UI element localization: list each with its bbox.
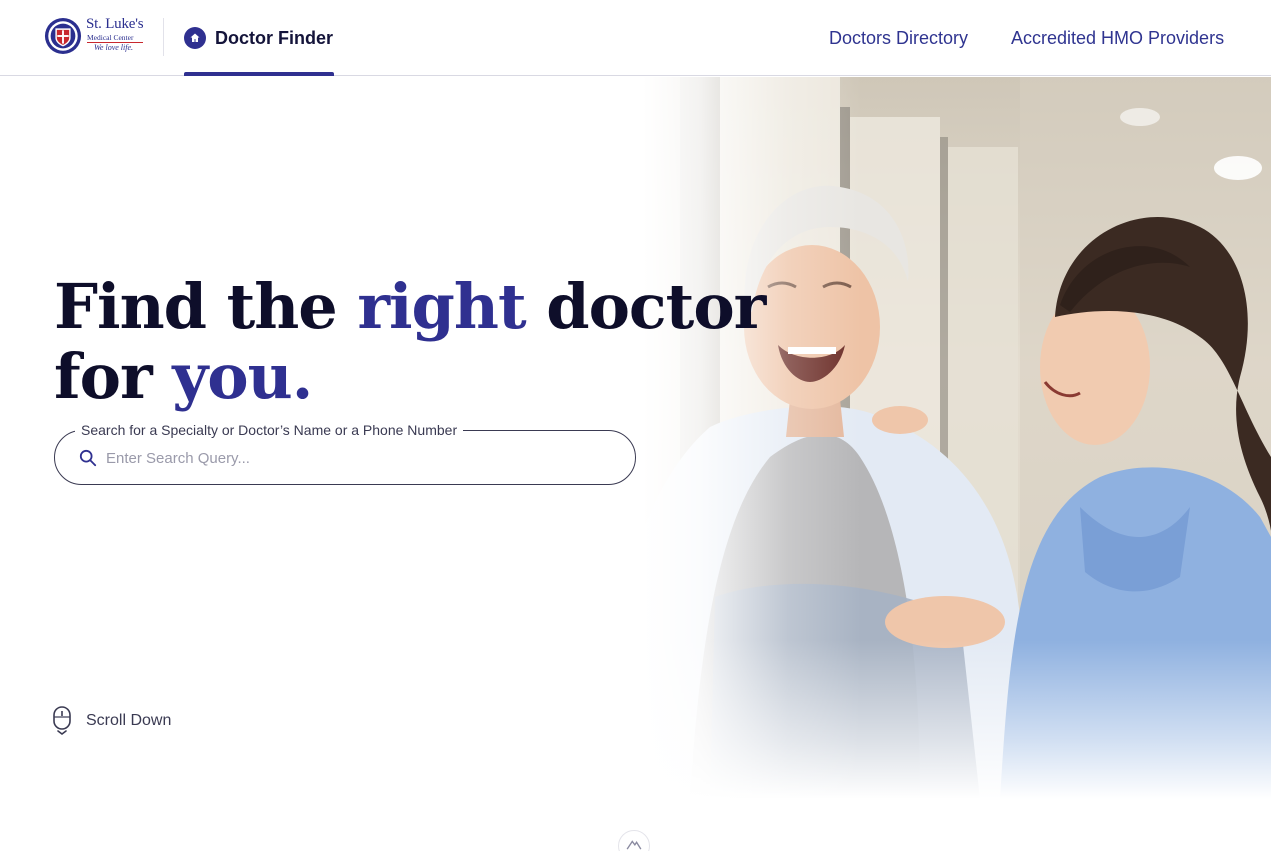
header-divider [163,18,164,56]
headline-accent-you: you. [172,340,313,413]
scroll-down-label: Scroll Down [86,712,172,729]
home-icon [184,27,206,49]
nav-accredited-hmo-providers[interactable]: Accredited HMO Providers [1011,0,1224,76]
mouse-icon [53,706,71,735]
search-box[interactable]: Search for a Specialty or Doctor’s Name … [54,422,636,485]
search-input[interactable] [106,445,606,471]
brand-tagline: We love life. [94,43,134,52]
hero-headline: Find the right doctor for you. [54,270,766,413]
mountain-icon [626,840,642,850]
headline-line2-pre: for [54,340,173,413]
nav-doctors-directory[interactable]: Doctors Directory [829,0,968,76]
brand-name: St. Luke's [86,16,144,32]
hero-photo-illustration [600,77,1271,799]
scroll-top-badge[interactable] [618,830,650,851]
brand-logo[interactable]: St. Luke's Medical Center We love life. [44,14,148,58]
search-label: Search for a Specialty or Doctor’s Name … [75,422,464,438]
site-header: St. Luke's Medical Center We love life. … [0,0,1271,76]
tab-doctor-finder[interactable]: Doctor Finder [184,0,333,76]
brand-subtitle: Medical Center [87,33,134,42]
scroll-down-button[interactable]: Scroll Down [52,706,171,736]
search-icon [79,449,97,467]
headline-accent-right: right [357,270,526,343]
hero-image [540,77,1271,799]
headline-line1-post: doctor [525,270,766,343]
active-tab-indicator [184,72,334,76]
tab-label: Doctor Finder [215,27,334,48]
seal-icon [44,17,82,55]
headline-line1-pre: Find the [54,270,358,343]
